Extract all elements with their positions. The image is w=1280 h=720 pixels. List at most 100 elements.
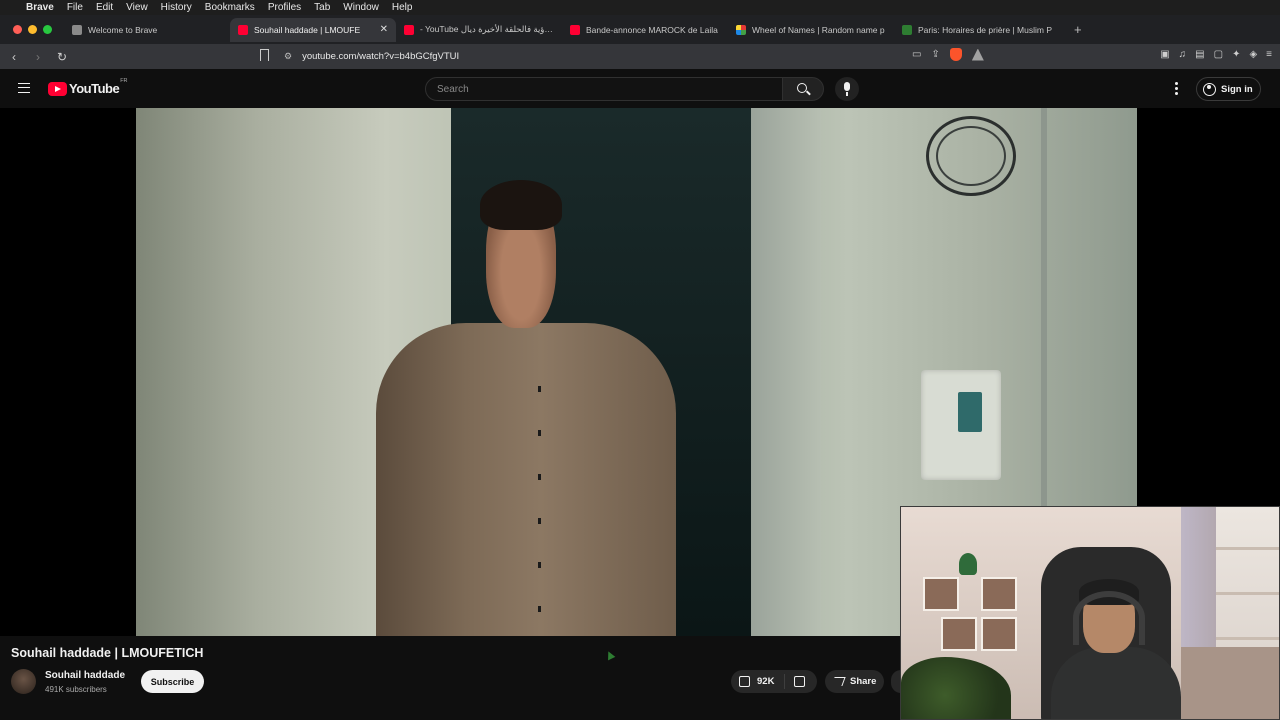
menu-app-name[interactable]: Brave (26, 2, 54, 13)
menu-tab[interactable]: Tab (314, 2, 330, 13)
media-icon[interactable]: ♫ (1179, 49, 1187, 60)
webcam-overlay (900, 506, 1280, 720)
address-bar[interactable]: ⚙ youtube.com/watch?v=b4bGCfgVTUI (284, 47, 1012, 66)
wheel-icon (736, 24, 746, 35)
tab-prayer-times[interactable]: Paris: Horaires de prière | Muslim P (894, 18, 1060, 42)
youtube-header: YouTube FR Search Sign in (0, 69, 1280, 108)
search-button[interactable] (782, 77, 824, 101)
guide-menu-icon[interactable] (18, 83, 30, 93)
youtube-icon (238, 24, 248, 35)
shirt-buttons (538, 348, 541, 636)
search-placeholder: Search (437, 83, 469, 95)
share-page-icon[interactable]: ⇪ (931, 49, 939, 60)
webcam-cap-decor (959, 553, 977, 575)
thumbs-down-icon[interactable] (794, 676, 805, 687)
back-icon[interactable]: ‹ (4, 50, 24, 64)
youtube-icon (570, 24, 580, 35)
macos-menubar: Brave File Edit View History Bookmarks P… (0, 0, 1280, 15)
extensions-icon[interactable]: ✦ (1232, 49, 1240, 60)
tab-welcome[interactable]: Welcome to Brave (64, 18, 230, 42)
browser-toolbar: ‹ › ↻ ⚙ youtube.com/watch?v=b4bGCfgVTUI … (0, 44, 1280, 69)
channel-name[interactable]: Souhail haddade (45, 670, 125, 681)
window-controls (13, 25, 52, 34)
new-tab-icon[interactable]: + (1074, 22, 1082, 37)
search-icon (797, 83, 807, 93)
settings-more-icon[interactable] (1175, 82, 1179, 97)
person-hair (480, 180, 562, 230)
like-dislike-bar: 92K (731, 670, 817, 693)
voice-search-button[interactable] (835, 77, 859, 101)
close-window-button[interactable] (13, 25, 22, 34)
forward-icon[interactable]: › (28, 50, 48, 64)
video-scene-cable-inner (936, 126, 1006, 186)
reload-icon[interactable]: ↻ (52, 50, 72, 64)
browser-menu-icon[interactable]: ≡ (1266, 49, 1272, 60)
zoom-window-button[interactable] (43, 25, 52, 34)
tab-active-video[interactable]: Souhail haddade | LMOUFE ✕ (230, 17, 396, 42)
person-shirt (376, 323, 676, 636)
brave-rewards-icon[interactable] (971, 48, 984, 61)
menu-history[interactable]: History (161, 2, 192, 13)
browser-tab-strip: Welcome to Brave Souhail haddade | LMOUF… (0, 15, 1280, 44)
mouse-cursor-icon (604, 649, 616, 661)
brave-shields-icon[interactable] (949, 48, 962, 61)
youtube-wordmark: YouTube (69, 81, 120, 96)
brave-icon (72, 24, 82, 35)
sign-in-label: Sign in (1221, 83, 1253, 95)
url-text[interactable]: youtube.com/watch?v=b4bGCfgVTUI (302, 51, 459, 62)
wall-frame (981, 577, 1017, 611)
minimize-window-button[interactable] (28, 25, 37, 34)
tab-marock[interactable]: Bande-annonce MAROCK de Laila (562, 18, 728, 42)
channel-avatar[interactable] (11, 669, 36, 694)
tab-label: Welcome to Brave (88, 24, 158, 35)
share-label: Share (850, 676, 877, 687)
tab-label: Paris: Horaires de prière | Muslim P (918, 24, 1052, 35)
webcam-streamer (1051, 577, 1181, 719)
menu-file[interactable]: File (67, 2, 83, 13)
search-input[interactable]: Search (425, 77, 783, 101)
thumbs-up-icon (739, 676, 750, 687)
youtube-logo[interactable]: YouTube FR (48, 78, 128, 96)
site-settings-icon[interactable]: ⚙ (284, 51, 292, 62)
sign-in-button[interactable]: Sign in (1196, 77, 1261, 101)
tab-wheel-of-names[interactable]: Wheel of Names | Random name p (728, 18, 894, 42)
tab-label: Wheel of Names | Random name p (752, 24, 885, 35)
cast-icon[interactable]: ▭ (912, 49, 921, 60)
youtube-play-icon (48, 81, 67, 96)
subscriber-count: 491K subscribers (45, 685, 107, 694)
reading-list-icon[interactable]: ▤ (1195, 49, 1204, 60)
toolbar-icons: ▣ ♫ ▤ ▢ ✦ ◈ ≡ (1160, 49, 1272, 60)
share-icon (831, 677, 846, 686)
menu-help[interactable]: Help (392, 2, 413, 13)
menu-edit[interactable]: Edit (96, 2, 113, 13)
menu-window[interactable]: Window (343, 2, 379, 13)
video-scene-meter-box (921, 370, 1001, 480)
tab-label: Souhail haddade | LMOUFE (254, 24, 361, 35)
close-tab-icon[interactable]: ✕ (380, 24, 388, 35)
webcam-desk (1181, 647, 1279, 719)
menu-profiles[interactable]: Profiles (268, 2, 301, 13)
menu-bookmarks[interactable]: Bookmarks (205, 2, 255, 13)
tab-youtube-arabic[interactable]: - YouTube الرؤية فالحلقة الأخيرة ديال (396, 18, 562, 42)
vpn-icon[interactable]: ◈ (1249, 49, 1257, 60)
like-button[interactable]: 92K (731, 674, 785, 689)
youtube-icon (404, 24, 414, 35)
like-count: 92K (757, 676, 775, 687)
sidebar-toggle-icon[interactable]: ▣ (1160, 49, 1169, 60)
wall-frame (941, 617, 977, 651)
video-scene-pillar (751, 108, 821, 636)
menu-view[interactable]: View (126, 2, 148, 13)
video-scene-person (376, 180, 676, 636)
bookmark-icon[interactable] (260, 49, 269, 61)
streamer-hoodie (1051, 647, 1181, 719)
headphones-icon (1073, 591, 1145, 645)
address-bar-actions: ▭ ⇪ (912, 48, 984, 61)
tab-label: Bande-annonce MAROCK de Laila (586, 24, 718, 35)
account-icon (1203, 82, 1216, 96)
muslimpro-icon (902, 24, 912, 35)
subscribe-button[interactable]: Subscribe (141, 670, 204, 693)
wall-frame (981, 617, 1017, 651)
video-title: Souhail haddade | LMOUFETICH (11, 646, 204, 660)
wallet-icon[interactable]: ▢ (1214, 49, 1223, 60)
share-button[interactable]: Share (825, 670, 884, 693)
